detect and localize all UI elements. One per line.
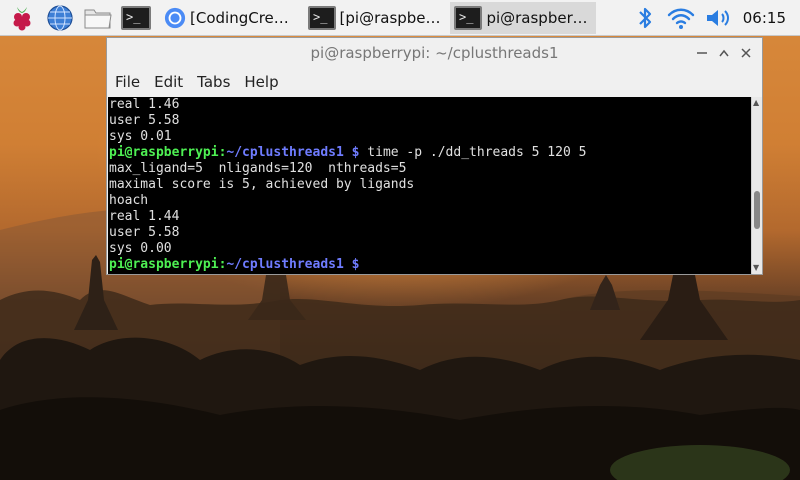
file-manager-launcher[interactable] bbox=[82, 2, 114, 34]
terminal-output-line: user 5.58 bbox=[109, 225, 180, 240]
terminal-output-line: sys 0.00 bbox=[109, 241, 172, 256]
terminal-window: pi@raspberrypi: ~/cplusthreads1 File Edi… bbox=[106, 37, 763, 275]
terminal-icon: >_ bbox=[454, 5, 483, 30]
menu-help[interactable]: Help bbox=[244, 73, 278, 91]
minimize-button[interactable] bbox=[692, 43, 712, 63]
terminal-output-line: user 5.58 bbox=[109, 113, 180, 128]
raspberry-icon bbox=[13, 6, 31, 30]
terminal-output-line: hoach bbox=[109, 193, 149, 208]
wifi-icon[interactable] bbox=[667, 6, 695, 30]
taskbar: >_ [CodingCrew3... >_ [pi@raspberry... >… bbox=[0, 0, 800, 36]
maximize-icon bbox=[719, 49, 729, 57]
close-button[interactable] bbox=[736, 43, 756, 63]
scrollbar-thumb[interactable] bbox=[754, 191, 760, 229]
prompt-path: ~/cplusthreads1 $ bbox=[226, 145, 360, 160]
chromium-icon bbox=[164, 7, 186, 28]
task-chromium[interactable]: [CodingCrew3... bbox=[160, 2, 304, 34]
task-terminal-1[interactable]: >_ [pi@raspberry... bbox=[304, 2, 450, 34]
window-titlebar[interactable]: pi@raspberrypi: ~/cplusthreads1 bbox=[107, 38, 762, 68]
volume-icon[interactable] bbox=[705, 6, 733, 30]
command-text: time -p ./dd_threads 5 120 5 bbox=[359, 145, 587, 160]
web-browser-launcher[interactable] bbox=[44, 2, 76, 34]
prompt-user: pi@raspberrypi bbox=[109, 257, 219, 272]
maximize-button[interactable] bbox=[714, 43, 734, 63]
prompt-path: ~/cplusthreads1 $ bbox=[226, 257, 360, 272]
terminal-prompt-line: pi@raspberrypi:~/cplusthreads1 $ bbox=[109, 257, 752, 273]
terminal-launcher[interactable]: >_ bbox=[120, 2, 152, 34]
menu-bar: File Edit Tabs Help bbox=[107, 68, 762, 96]
minimize-icon bbox=[697, 52, 707, 54]
prompt-user: pi@raspberrypi bbox=[109, 145, 219, 160]
task-terminal-2[interactable]: >_ pi@raspberry... bbox=[450, 1, 596, 34]
folder-icon bbox=[84, 9, 112, 28]
scroll-up-icon[interactable]: ▲ bbox=[753, 99, 759, 107]
terminal-prompt-line: pi@raspberrypi:~/cplusthreads1 $ time -p… bbox=[109, 145, 752, 161]
terminal-output-line: max_ligand=5 nligands=120 nthreads=5 bbox=[109, 161, 407, 176]
bluetooth-icon[interactable] bbox=[637, 5, 653, 31]
menu-edit[interactable]: Edit bbox=[154, 73, 183, 91]
close-icon bbox=[741, 48, 751, 58]
terminal-icon: >_ bbox=[308, 5, 336, 30]
clock[interactable]: 06:15 bbox=[743, 9, 786, 27]
task-label: [pi@raspberry... bbox=[339, 8, 446, 27]
window-title: pi@raspberrypi: ~/cplusthreads1 bbox=[310, 44, 559, 62]
task-label: [CodingCrew3... bbox=[190, 8, 300, 27]
vertical-scrollbar[interactable]: ▲ ▼ bbox=[751, 97, 762, 274]
terminal-icon: >_ bbox=[121, 5, 151, 30]
menu-file[interactable]: File bbox=[115, 73, 140, 91]
command-text bbox=[359, 257, 367, 272]
scroll-down-icon[interactable]: ▼ bbox=[753, 264, 759, 272]
terminal-output-line: sys 0.01 bbox=[109, 129, 172, 144]
terminal-output[interactable]: real 1.46 user 5.58 sys 0.01 pi@raspberrypi… bbox=[108, 97, 752, 274]
terminal-output-line: real 1.46 bbox=[109, 97, 180, 112]
terminal-output-line: real 1.44 bbox=[109, 209, 180, 224]
globe-icon bbox=[47, 4, 73, 31]
menu-tabs[interactable]: Tabs bbox=[197, 73, 230, 91]
raspberry-menu-button[interactable] bbox=[6, 2, 38, 34]
system-tray: 06:15 bbox=[637, 0, 800, 36]
terminal-output-line: maximal score is 5, achieved by ligands bbox=[109, 177, 415, 192]
task-label: pi@raspberry... bbox=[486, 8, 592, 27]
